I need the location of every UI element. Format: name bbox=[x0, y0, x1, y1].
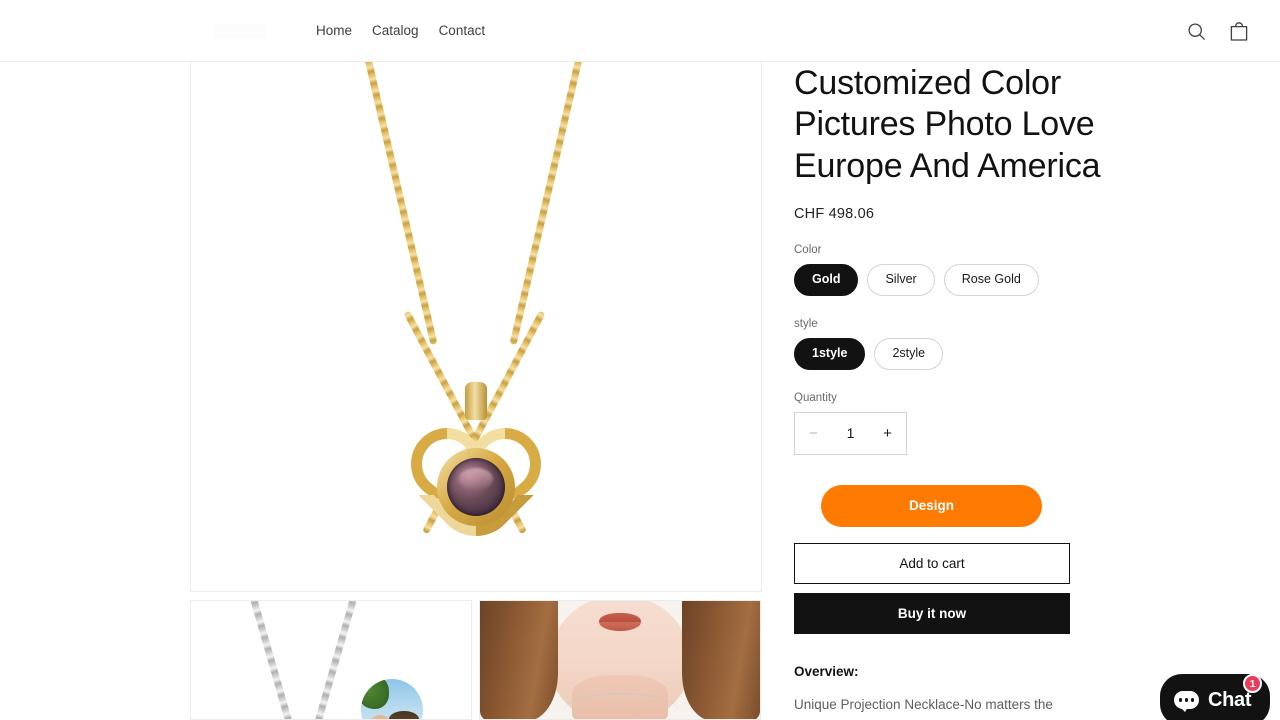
quantity-label: Quantity bbox=[794, 391, 837, 404]
chat-bubble-icon bbox=[1174, 691, 1199, 712]
option-label-style: style bbox=[794, 318, 818, 331]
color-option-silver[interactable]: Silver bbox=[867, 264, 935, 297]
quantity-increase-button[interactable]: + bbox=[869, 413, 906, 454]
product-title: Customized Color Pictures Photo Love Eur… bbox=[794, 64, 1101, 185]
style-option-2style[interactable]: 2style bbox=[874, 338, 944, 370]
nav-item-catalog[interactable]: Catalog bbox=[370, 19, 421, 42]
chat-widget[interactable]: Chat 1 bbox=[1160, 674, 1270, 720]
quantity-value[interactable]: 1 bbox=[832, 425, 869, 441]
thumbnail-silver-photo-necklace[interactable] bbox=[190, 600, 472, 720]
product-price: CHF 498.06 bbox=[794, 206, 875, 223]
quantity-stepper: − 1 + bbox=[794, 411, 907, 455]
main-navigation: Home Catalog Contact bbox=[314, 19, 487, 42]
thumbnail-strip bbox=[190, 600, 762, 720]
shopping-bag-icon[interactable] bbox=[1226, 18, 1252, 44]
chat-label: Chat bbox=[1208, 688, 1252, 711]
header-actions bbox=[1183, 18, 1252, 44]
design-button[interactable]: Design bbox=[821, 484, 1042, 527]
necklace-illustration bbox=[191, 62, 761, 591]
add-to-cart-button[interactable]: Add to cart bbox=[794, 542, 1070, 584]
product-gallery bbox=[190, 62, 762, 720]
overview-text: Unique Projection Necklace-No matters th… bbox=[794, 696, 1053, 712]
option-group-style: 1style 2style bbox=[794, 338, 1102, 370]
thumbnail-model-wearing-necklace[interactable] bbox=[479, 600, 761, 720]
chat-unread-badge: 1 bbox=[1243, 674, 1262, 693]
color-option-gold[interactable]: Gold bbox=[794, 264, 859, 297]
site-header: Home Catalog Contact bbox=[0, 0, 1280, 62]
overview-heading: Overview: bbox=[794, 663, 859, 679]
product-page: Customized Color Pictures Photo Love Eur… bbox=[0, 62, 1280, 720]
quantity-decrease-button[interactable]: − bbox=[795, 413, 832, 454]
nav-item-contact[interactable]: Contact bbox=[437, 19, 488, 42]
heart-pendant bbox=[396, 410, 556, 553]
search-icon[interactable] bbox=[1183, 18, 1209, 44]
color-option-rose-gold[interactable]: Rose Gold bbox=[943, 264, 1039, 297]
nav-item-home[interactable]: Home bbox=[314, 19, 354, 42]
style-option-1style[interactable]: 1style bbox=[794, 338, 866, 370]
main-product-image[interactable] bbox=[190, 62, 762, 592]
photo-pendant bbox=[361, 679, 423, 719]
option-group-color: Gold Silver Rose Gold bbox=[794, 264, 1102, 297]
store-logo[interactable] bbox=[214, 24, 266, 38]
option-label-color: Color bbox=[794, 244, 822, 257]
product-info: Customized Color Pictures Photo Love Eur… bbox=[794, 62, 1102, 720]
buy-it-now-button[interactable]: Buy it now bbox=[794, 592, 1070, 634]
